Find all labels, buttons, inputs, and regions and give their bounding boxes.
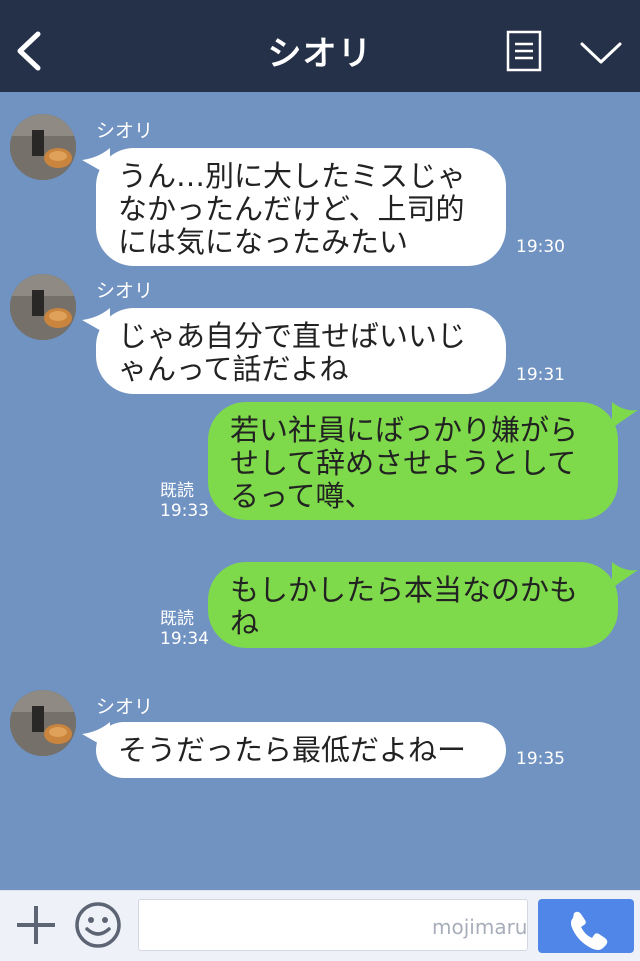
message-list[interactable]: シオリ うん…別に大したミスじゃ なかったんだけど、上司的 には気になったみたい… [0, 92, 640, 890]
read-receipt: 既読 [160, 481, 194, 501]
add-button[interactable] [14, 903, 58, 947]
bubble-tail [612, 562, 638, 588]
input-bar: mojimaru [0, 890, 640, 961]
avatar-photo [10, 690, 76, 756]
message-bubble[interactable]: そうだったら最低だよねー [96, 722, 506, 778]
call-button[interactable] [538, 899, 634, 953]
message-time: 19:35 [516, 749, 565, 769]
menu-button[interactable] [506, 30, 542, 72]
avatar-photo [10, 114, 76, 180]
plus-icon [17, 906, 55, 944]
message-bubble[interactable]: じゃあ自分で直せばいいじ ゃんって話だよね [96, 308, 506, 394]
avatar[interactable] [10, 114, 76, 180]
sender-name: シオリ [96, 696, 154, 718]
chat-header: シオリ [0, 0, 640, 92]
message-bubble[interactable]: うん…別に大したミスじゃ なかったんだけど、上司的 には気になったみたい [96, 148, 506, 266]
read-receipt: 既読 [160, 609, 194, 629]
message-bubble[interactable]: 若い社員にばっかり嫌がら せして辞めさせようとして るって噂、 [208, 402, 618, 520]
message-time: 19:31 [516, 365, 565, 385]
message-bubble[interactable]: もしかしたら本当なのかも ね [208, 562, 618, 648]
note-icon [506, 30, 542, 72]
avatar[interactable] [10, 690, 76, 756]
message-time: 19:34 [160, 629, 209, 649]
collapse-button[interactable] [578, 36, 624, 70]
emoji-button[interactable] [74, 901, 122, 949]
smiley-icon [75, 902, 121, 948]
message-time: 19:30 [516, 237, 565, 257]
chevron-down-icon [580, 42, 622, 64]
avatar-photo [10, 274, 76, 340]
chat-title: シオリ [267, 34, 373, 74]
phone-icon [571, 911, 608, 950]
avatar[interactable] [10, 274, 76, 340]
watermark: mojimaru [432, 915, 528, 939]
bubble-tail [612, 402, 638, 428]
message-time: 19:33 [160, 501, 209, 521]
sender-name: シオリ [96, 120, 154, 142]
sender-name: シオリ [96, 280, 154, 302]
